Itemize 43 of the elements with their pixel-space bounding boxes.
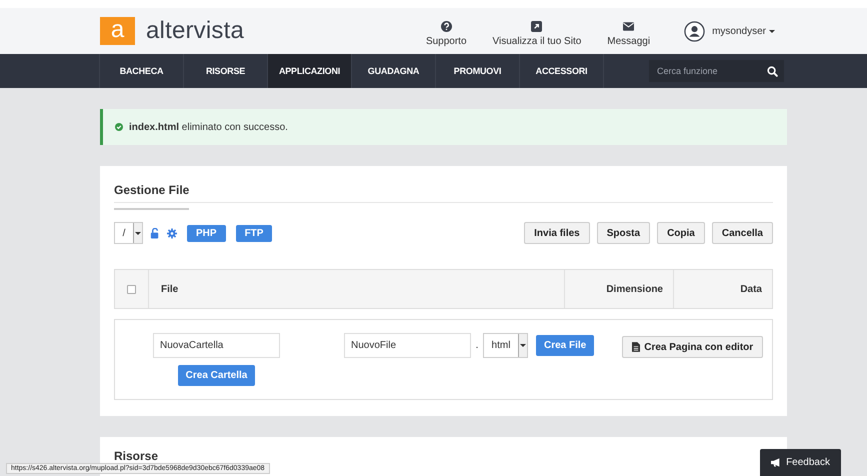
search-field[interactable]: Cerca funzione bbox=[649, 60, 784, 82]
alert-message: index.html eliminato con successo. bbox=[129, 122, 288, 132]
column-header[interactable]: Dimensione bbox=[606, 284, 663, 294]
create-folder-button[interactable]: Crea Cartella bbox=[178, 365, 256, 386]
action-button[interactable]: Cancella bbox=[712, 222, 773, 244]
nav-tab[interactable]: GUADAGNA bbox=[352, 54, 436, 88]
help-icon bbox=[440, 21, 452, 32]
nav-tab[interactable]: ACCESSORI bbox=[520, 54, 604, 88]
path-select[interactable]: / bbox=[114, 222, 143, 244]
nav-tab[interactable]: BACHECA bbox=[100, 54, 184, 88]
external-link-icon bbox=[531, 21, 542, 32]
header-link[interactable]: Messaggi bbox=[607, 15, 650, 47]
nav-tab[interactable]: APPLICAZIONI bbox=[268, 54, 352, 88]
folder-name-field[interactable]: NuovaCartella bbox=[153, 333, 280, 358]
column-header[interactable]: File bbox=[161, 284, 178, 294]
action-button[interactable]: Invia files bbox=[524, 222, 590, 244]
unlock-icon[interactable] bbox=[150, 228, 160, 238]
nav-tab[interactable]: PROMUOVI bbox=[436, 54, 520, 88]
action-button[interactable]: Sposta bbox=[596, 222, 650, 244]
column-header[interactable]: Data bbox=[740, 284, 762, 294]
header-link[interactable]: Supporto bbox=[426, 15, 467, 47]
search-icon[interactable] bbox=[767, 66, 778, 76]
logo-text[interactable]: altervista bbox=[146, 17, 244, 45]
check-circle-icon bbox=[115, 123, 123, 131]
header-link[interactable]: Visualizza il tuo Sito bbox=[492, 15, 582, 47]
user-menu[interactable]: mysondyser bbox=[712, 26, 775, 36]
megaphone-icon bbox=[771, 458, 782, 467]
mode-button[interactable]: FTP bbox=[236, 224, 272, 242]
mode-button[interactable]: PHP bbox=[187, 224, 226, 242]
card-title: Gestione File bbox=[114, 170, 190, 210]
gear-icon[interactable] bbox=[167, 228, 177, 238]
action-button[interactable]: Copia bbox=[657, 222, 705, 244]
user-avatar-icon[interactable] bbox=[684, 20, 706, 42]
select-all-checkbox[interactable] bbox=[127, 284, 136, 294]
mail-icon bbox=[623, 21, 634, 32]
document-icon bbox=[632, 342, 640, 352]
extension-select[interactable]: html bbox=[483, 333, 528, 358]
feedback-button[interactable]: Feedback bbox=[760, 449, 841, 476]
card-title: Risorse bbox=[114, 449, 158, 463]
create-file-button[interactable]: Crea File bbox=[536, 335, 594, 356]
extension-separator: . bbox=[474, 339, 480, 353]
editor-button[interactable]: Crea Pagina con editor bbox=[622, 336, 764, 358]
file-name-field[interactable]: NuovoFile bbox=[344, 333, 471, 358]
